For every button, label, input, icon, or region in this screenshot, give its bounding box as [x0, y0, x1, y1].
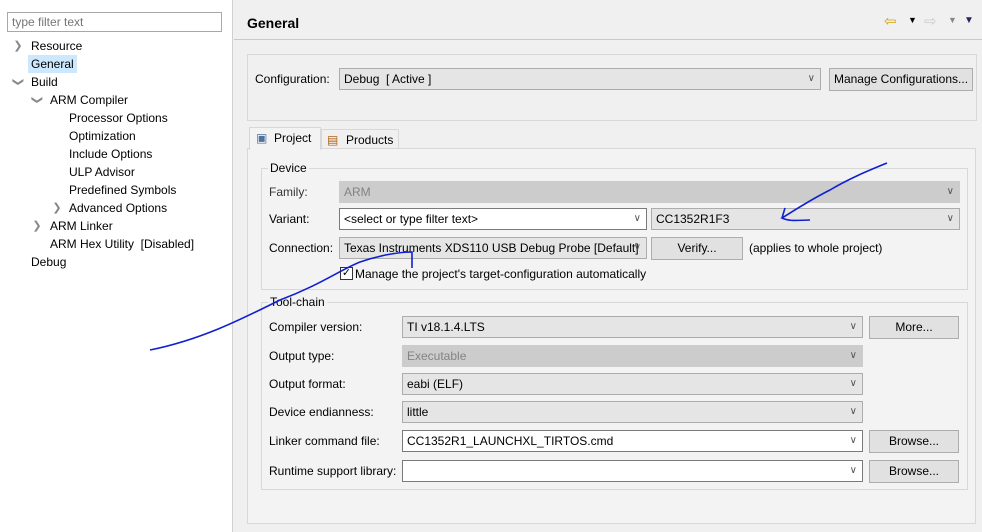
output-type-value: Executable [407, 349, 467, 363]
page-header: General ⇦ ▼ ⇨ ▼ ▼ [234, 0, 982, 40]
chevron-right-icon[interactable]: ❯ [31, 217, 43, 235]
endianness-select[interactable]: little ∨ [402, 401, 863, 423]
chevron-down-icon[interactable]: ❯ [28, 94, 46, 106]
forward-menu-icon[interactable]: ▼ [948, 15, 957, 25]
tree-item-arm-compiler[interactable]: ARM Compiler [50, 91, 128, 109]
chevron-down-icon: ∨ [849, 321, 857, 332]
compiler-version-label: Compiler version: [269, 320, 363, 334]
applies-note: (applies to whole project) [749, 241, 883, 255]
configuration-select[interactable]: Debug [ Active ] ∨ [339, 68, 821, 90]
variant-value: CC1352R1F3 [656, 212, 730, 226]
chevron-down-icon: ∨ [946, 186, 954, 197]
variant-select[interactable]: CC1352R1F3 ∨ [651, 208, 960, 230]
compiler-version-value: TI v18.1.4.LTS [407, 320, 485, 334]
endianness-label: Device endianness: [269, 405, 374, 419]
manage-target-config-checkbox[interactable]: ✓ [340, 267, 353, 280]
tree-item-predefined-symbols[interactable]: Predefined Symbols [69, 181, 176, 199]
products-icon: ▤ [327, 133, 339, 147]
connection-value: Texas Instruments XDS110 USB Debug Probe… [344, 241, 639, 255]
back-arrow-icon[interactable]: ⇦ [884, 12, 897, 30]
toolchain-group-title: Tool-chain [268, 295, 327, 309]
properties-tree-panel: ❯ Resource General ❯ Build ❯ ARM Compile… [0, 0, 233, 532]
tree-item-optimization[interactable]: Optimization [69, 127, 136, 145]
variant-filter-combo[interactable]: <select or type filter text> ∨ [339, 208, 647, 230]
tab-label: Project [274, 131, 312, 145]
page-title: General [247, 15, 300, 31]
variant-label: Variant: [269, 212, 310, 226]
output-format-select[interactable]: eabi (ELF) ∨ [402, 373, 863, 395]
output-type-label: Output type: [269, 349, 335, 363]
configuration-value: Debug [ Active ] [344, 72, 432, 86]
browse-runtime-button[interactable]: Browse... [869, 460, 959, 483]
family-label: Family: [269, 185, 308, 199]
tab-label: Products [346, 133, 394, 147]
chevron-down-icon: ∨ [946, 213, 954, 224]
compiler-version-select[interactable]: TI v18.1.4.LTS ∨ [402, 316, 863, 338]
connection-select[interactable]: Texas Instruments XDS110 USB Debug Probe… [339, 237, 647, 259]
chevron-down-icon: ∨ [633, 213, 641, 224]
view-menu-icon[interactable]: ▼ [964, 15, 974, 26]
chevron-right-icon[interactable]: ❯ [12, 37, 24, 55]
chevron-down-icon: ∨ [849, 350, 857, 361]
chevron-down-icon: ∨ [633, 242, 641, 253]
output-type-select[interactable]: Executable ∨ [402, 345, 863, 367]
tree-item-arm-hex-utility[interactable]: ARM Hex Utility [Disabled] [50, 235, 194, 253]
family-value: ARM [344, 185, 371, 199]
tree-item-advanced-options[interactable]: Advanced Options [69, 199, 167, 217]
chevron-down-icon: ∨ [849, 465, 857, 476]
endianness-value: little [407, 405, 429, 419]
connection-label: Connection: [269, 241, 334, 255]
browse-linker-button[interactable]: Browse... [869, 430, 959, 453]
tree-item-resource[interactable]: Resource [31, 37, 82, 55]
chevron-down-icon[interactable]: ❯ [9, 76, 27, 88]
back-menu-icon[interactable]: ▼ [908, 15, 917, 25]
chevron-right-icon[interactable]: ❯ [51, 199, 63, 217]
tree-item-build[interactable]: Build [31, 73, 58, 91]
tree-item-include-options[interactable]: Include Options [69, 145, 152, 163]
tree-item-ulp-advisor[interactable]: ULP Advisor [69, 163, 135, 181]
tree-item-processor-options[interactable]: Processor Options [69, 109, 168, 127]
tree-item-arm-linker[interactable]: ARM Linker [50, 217, 113, 235]
chevron-down-icon: ∨ [849, 435, 857, 446]
runtime-library-combo[interactable]: ∨ [402, 460, 863, 482]
linker-command-combo[interactable]: CC1352R1_LAUNCHXL_TIRTOS.cmd ∨ [402, 430, 863, 452]
family-select[interactable]: ARM ∨ [339, 181, 960, 203]
linker-command-label: Linker command file: [269, 434, 380, 448]
variant-filter-value: <select or type filter text> [344, 212, 479, 226]
project-icon: ▣ [256, 131, 268, 145]
tree-item-debug[interactable]: Debug [31, 253, 66, 271]
tab-project[interactable]: ▣ Project [249, 127, 321, 150]
tree-item-general[interactable]: General [28, 55, 77, 73]
more-button[interactable]: More... [869, 316, 959, 339]
forward-arrow-icon[interactable]: ⇨ [924, 12, 937, 30]
linker-command-value: CC1352R1_LAUNCHXL_TIRTOS.cmd [407, 434, 614, 448]
runtime-library-label: Runtime support library: [269, 464, 397, 478]
verify-button[interactable]: Verify... [651, 237, 743, 260]
manage-configurations-button[interactable]: Manage Configurations... [829, 68, 973, 91]
chevron-down-icon: ∨ [849, 378, 857, 389]
output-format-label: Output format: [269, 377, 346, 391]
filter-input[interactable] [7, 12, 222, 32]
configuration-label: Configuration: [255, 72, 330, 86]
chevron-down-icon: ∨ [807, 73, 815, 84]
chevron-down-icon: ∨ [849, 406, 857, 417]
device-group-title: Device [268, 161, 309, 175]
output-format-value: eabi (ELF) [407, 377, 464, 391]
manage-target-config-label[interactable]: Manage the project's target-configuratio… [355, 263, 646, 285]
